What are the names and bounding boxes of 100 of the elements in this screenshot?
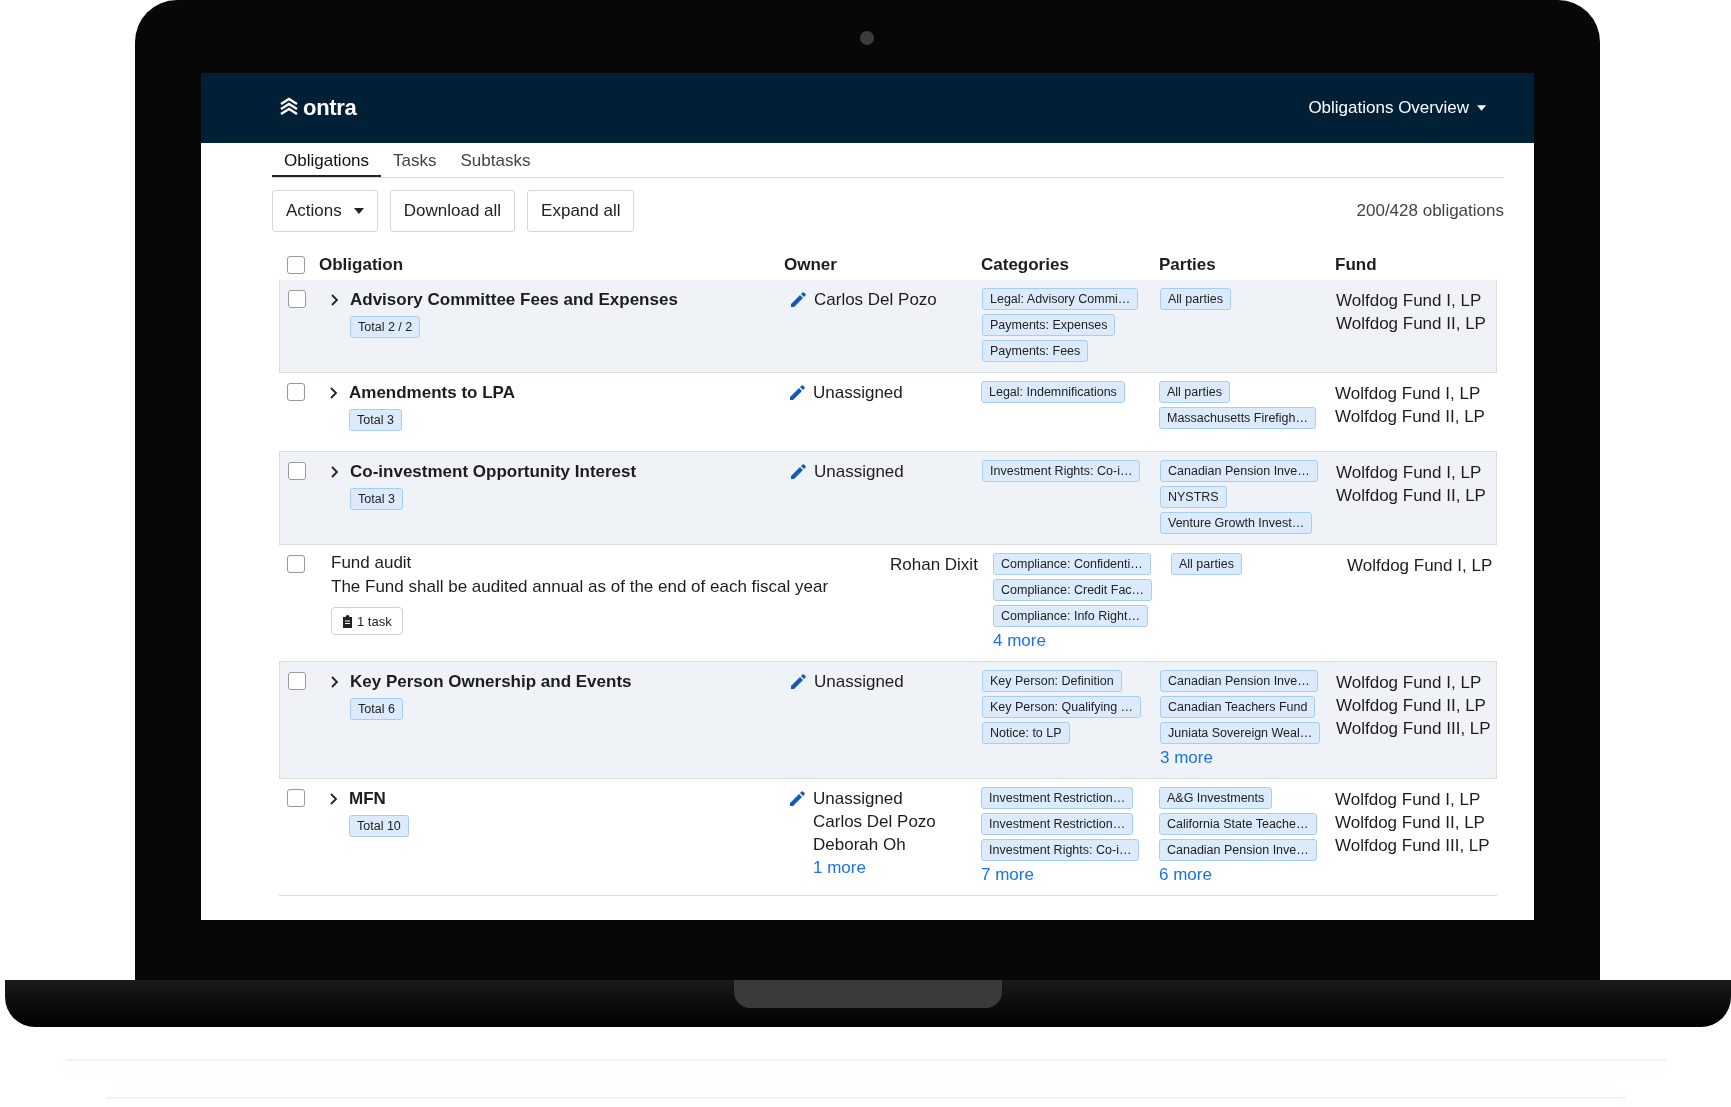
party-tag: Canadian Pension Inve…	[1160, 460, 1318, 482]
total-tag: Total 3	[349, 409, 402, 431]
category-tag: Key Person: Definition	[982, 670, 1122, 692]
clipboard-icon	[342, 614, 353, 628]
view-menu[interactable]: Obligations Overview	[1308, 98, 1486, 118]
more-link[interactable]: 7 more	[981, 865, 1034, 885]
total-tag: Total 10	[349, 815, 409, 837]
column-header: Owner	[784, 255, 838, 275]
category-tag: Investment Restriction…	[981, 813, 1134, 835]
party-tag: Canadian Teachers Fund	[1160, 696, 1316, 718]
more-link[interactable]: 3 more	[1160, 748, 1213, 768]
actions-dropdown[interactable]: Actions	[272, 190, 378, 232]
party-tag: NYSTRS	[1160, 486, 1227, 508]
owner-name: Deborah Oh	[813, 835, 907, 855]
obligation-title: Co-investment Opportunity Interest	[350, 461, 638, 482]
total-tag: Total 6	[350, 698, 403, 720]
row-checkbox[interactable]	[288, 290, 306, 308]
task-button[interactable]: 1 task	[331, 607, 403, 635]
fund-name: Wolfdog Fund II, LP	[1336, 314, 1487, 334]
chevron-icon[interactable]	[329, 793, 339, 805]
obligation-title: MFN	[349, 788, 387, 809]
caret-icon	[1477, 105, 1486, 111]
column-header: Parties	[1159, 255, 1217, 275]
party-tag: Canadian Pension Inve…	[1160, 670, 1318, 692]
more-link[interactable]: 1 more	[813, 858, 936, 878]
category-tag: Legal: Indemnifications	[981, 381, 1125, 403]
fund-name: Wolfdog Fund I, LP	[1336, 291, 1483, 311]
fund-name: Wolfdog Fund III, LP	[1336, 719, 1492, 739]
pencil-icon[interactable]	[791, 464, 806, 479]
pencil-icon[interactable]	[791, 292, 806, 307]
fund-name: Wolfdog Fund II, LP	[1335, 813, 1486, 833]
fund-name: Wolfdog Fund I, LP	[1347, 556, 1494, 576]
obligation-description: The Fund shall be audited annual as of the end of each fiscal year	[331, 577, 830, 597]
party-tag: California State Teache…	[1159, 813, 1317, 835]
party-tag: Venture Growth Invest…	[1160, 512, 1313, 534]
row-checkbox[interactable]	[288, 462, 306, 480]
fund-name: Wolfdog Fund I, LP	[1336, 463, 1483, 483]
chevron-icon[interactable]	[330, 294, 340, 306]
category-tag: Payments: Fees	[982, 340, 1089, 362]
owner-name: Rohan Dixit	[890, 555, 978, 575]
fund-name: Wolfdog Fund I, LP	[1335, 384, 1482, 404]
more-link[interactable]: 4 more	[993, 631, 1046, 651]
toolbar-button[interactable]: Expand all	[527, 190, 635, 232]
fund-name: Wolfdog Fund II, LP	[1335, 407, 1486, 427]
party-tag: Canadian Pension Inve…	[1159, 839, 1317, 861]
camera-icon	[860, 31, 874, 45]
owner-name: Unassigned	[813, 789, 904, 809]
logo-text: ontra	[303, 95, 357, 121]
category-tag: Investment Rights: Co-i…	[981, 839, 1140, 861]
party-tag: All parties	[1159, 381, 1230, 403]
owner-name: Carlos Del Pozo	[814, 290, 937, 310]
toolbar-button[interactable]: Download all	[389, 190, 516, 232]
row-checkbox[interactable]	[288, 672, 306, 690]
pencil-icon[interactable]	[791, 674, 806, 689]
obligation-title: Amendments to LPA	[349, 382, 516, 403]
category-tag: Notice: to LP	[982, 722, 1070, 744]
chevron-icon[interactable]	[330, 676, 340, 688]
category-tag: Compliance: Confidenti…	[993, 553, 1151, 575]
category-tag: Investment Restriction…	[981, 787, 1134, 809]
column-header: Categories	[981, 255, 1070, 275]
category-tag: Compliance: Info Right…	[993, 605, 1148, 627]
party-tag: Massachusetts Firefigh…	[1159, 407, 1317, 429]
fund-name: Wolfdog Fund II, LP	[1336, 486, 1487, 506]
category-tag: Key Person: Qualifying …	[982, 696, 1142, 718]
party-tag: All parties	[1160, 288, 1231, 310]
fund-name: Wolfdog Fund I, LP	[1335, 790, 1482, 810]
pencil-icon[interactable]	[790, 791, 805, 806]
tab[interactable]: Subtasks	[448, 143, 543, 177]
party-tag: A&G Investments	[1159, 787, 1273, 809]
owner-name: Unassigned	[814, 462, 904, 482]
chevron-icon[interactable]	[330, 466, 340, 478]
fund-name: Wolfdog Fund I, LP	[1336, 673, 1483, 693]
party-tag: Juniata Sovereign Weal…	[1160, 722, 1321, 744]
more-link[interactable]: 6 more	[1159, 865, 1212, 885]
total-tag: Total 2 / 2	[350, 316, 421, 338]
obligation-title: Advisory Committee Fees and Expenses	[350, 289, 679, 310]
tab[interactable]: Obligations	[272, 143, 382, 177]
pencil-icon[interactable]	[790, 385, 805, 400]
row-checkbox[interactable]	[287, 555, 305, 573]
row-checkbox[interactable]	[287, 789, 305, 807]
category-tag: Investment Rights: Co-i…	[982, 460, 1141, 482]
fund-name: Wolfdog Fund III, LP	[1335, 836, 1491, 856]
fund-name: Wolfdog Fund II, LP	[1336, 696, 1487, 716]
caret-icon	[353, 208, 364, 214]
row-checkbox[interactable]	[287, 383, 305, 401]
owner-name: Unassigned	[813, 383, 903, 403]
column-header: Obligation	[319, 255, 405, 275]
column-header: Fund	[1335, 255, 1378, 275]
chevron-icon[interactable]	[329, 387, 339, 399]
tab[interactable]: Tasks	[381, 143, 449, 177]
owner-name: Unassigned	[814, 672, 904, 692]
obligation-count: 200/428 obligations	[1356, 201, 1504, 221]
category-tag: Legal: Advisory Commi…	[982, 288, 1139, 310]
obligation-title: Fund audit	[331, 553, 413, 573]
owner-name: Carlos Del Pozo	[813, 812, 936, 832]
party-tag: All parties	[1171, 553, 1242, 575]
category-tag: Compliance: Credit Fac…	[993, 579, 1153, 601]
total-tag: Total 3	[350, 488, 403, 510]
category-tag: Payments: Expenses	[982, 314, 1116, 336]
select-all-checkbox[interactable]	[287, 256, 305, 274]
